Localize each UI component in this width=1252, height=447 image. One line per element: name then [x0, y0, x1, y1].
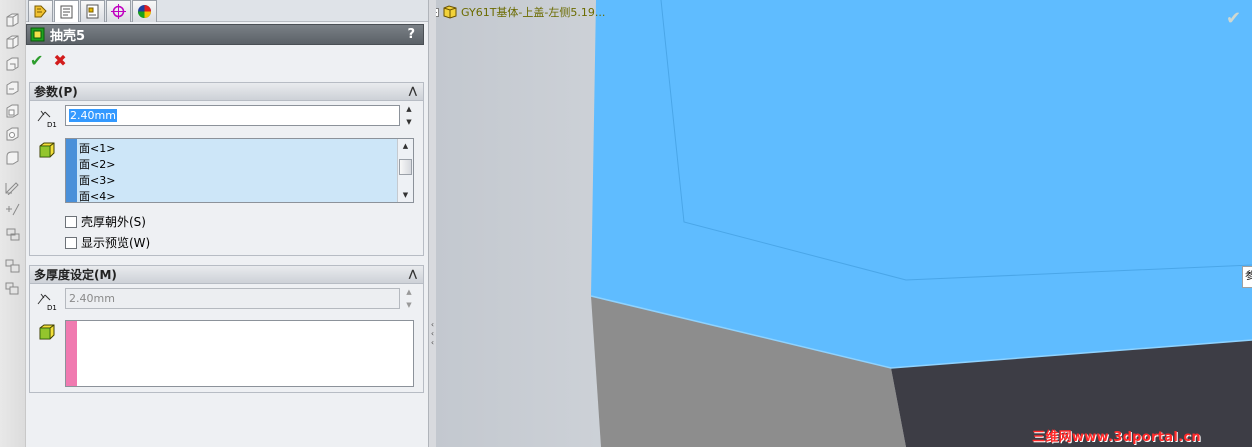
thickness-icon: D1 — [35, 107, 59, 129]
panel-splitter[interactable]: ‹ ‹ ‹ — [428, 0, 436, 447]
list-item[interactable]: 面<2> — [79, 157, 397, 173]
cancel-button[interactable]: ✖ — [53, 53, 66, 69]
reference-geometry-icon[interactable] — [4, 226, 21, 241]
ok-button[interactable]: ✔ — [30, 53, 43, 69]
crosshair-icon — [111, 4, 126, 19]
mirror-icon[interactable] — [4, 281, 21, 296]
multi-thickness-spinner[interactable]: ▲ ▼ — [402, 288, 416, 309]
property-manager: 抽壳5 ? ✔ ✖ 参数(P) ⋀ D1 2.40mm ▲ ▼ 面<1> 面<2>… — [26, 0, 428, 447]
multi-thickness-faces-icon — [38, 323, 56, 341]
list-item[interactable]: 面<1> — [79, 141, 397, 157]
appearance-icon — [138, 5, 151, 18]
scroll-thumb[interactable] — [399, 159, 412, 175]
parameters-header[interactable]: 参数(P) ⋀ — [30, 83, 423, 101]
faces-to-remove-list[interactable]: 面<1> 面<2> 面<3> 面<4> ▲ ▼ — [65, 138, 414, 203]
shell-outward-label: 壳厚朝外(S) — [81, 215, 146, 229]
multi-thickness-icon: D1 — [35, 290, 59, 312]
multi-thickness-input[interactable]: 2.40mm — [65, 288, 400, 309]
fillet-icon[interactable] — [4, 150, 21, 165]
cut-extrude-icon[interactable] — [4, 103, 21, 118]
show-preview-label: 显示预览(W) — [81, 236, 151, 250]
part-tree-node[interactable]: + GY61T基体-上盖-左侧5.19... — [436, 4, 605, 20]
multi-faces-color-bar — [66, 321, 77, 386]
multi-thickness-value: 2.40mm — [69, 292, 115, 305]
thickness-input[interactable]: 2.40mm — [65, 105, 400, 126]
scroll-up-icon[interactable]: ▲ — [398, 139, 413, 153]
multi-thickness-faces-list[interactable] — [65, 320, 414, 387]
parameters-group: 参数(P) ⋀ D1 2.40mm ▲ ▼ 面<1> 面<2> 面<3> 面<4>… — [29, 82, 424, 256]
collapse-icon[interactable]: ⋀ — [409, 86, 417, 97]
faces-list-scrollbar[interactable]: ▲ ▼ — [397, 139, 413, 202]
tab-feature-manager[interactable] — [28, 0, 53, 22]
configuration-icon — [86, 4, 99, 19]
multi-thickness-title: 多厚度设定(M) — [34, 268, 117, 282]
list-item[interactable]: 面<4> — [79, 189, 397, 205]
tab-dimxpert-manager[interactable] — [106, 0, 131, 22]
show-preview-option[interactable]: 显示预览(W) — [65, 234, 150, 251]
tab-display-manager[interactable] — [132, 0, 157, 22]
sweep-icon[interactable] — [4, 56, 21, 71]
show-preview-checkbox[interactable] — [65, 236, 77, 249]
model-view[interactable] — [436, 0, 1252, 447]
shell-feature-icon — [30, 27, 45, 42]
list-item[interactable]: 面<3> — [79, 173, 397, 189]
feature-titlebar: 抽壳5 ? — [26, 24, 424, 45]
loft-icon[interactable] — [4, 80, 21, 95]
extrude-icon[interactable] — [4, 12, 21, 27]
feature-title: 抽壳5 — [50, 29, 86, 44]
multi-thickness-group: 多厚度设定(M) ⋀ D1 2.40mm ▲ ▼ — [29, 265, 424, 393]
watermark: 三维网www.3dportal.cn — [1032, 430, 1201, 445]
thickness-spinner[interactable]: ▲ ▼ — [402, 105, 416, 126]
shell-outward-checkbox[interactable] — [65, 215, 77, 228]
part-name: GY61T基体-上盖-左侧5.19... — [461, 6, 606, 19]
faces-to-remove-icon — [38, 141, 56, 159]
command-strip — [0, 0, 26, 447]
tab-configuration-manager[interactable] — [80, 0, 105, 22]
smart-dimension-icon[interactable] — [4, 202, 21, 217]
scroll-down-icon[interactable]: ▼ — [398, 188, 413, 202]
shell-outward-option[interactable]: 壳厚朝外(S) — [65, 213, 146, 230]
help-button[interactable]: ? — [407, 27, 415, 42]
parameters-title: 参数(P) — [34, 85, 78, 99]
sketch-icon[interactable] — [4, 180, 21, 195]
tab-property-manager[interactable] — [54, 0, 79, 22]
part-icon — [443, 5, 457, 19]
cut-revolve-icon[interactable] — [4, 126, 21, 141]
confirmation-corner-icon[interactable]: ✔ — [1226, 8, 1241, 29]
expand-icon[interactable]: + — [436, 7, 439, 17]
multi-thickness-header[interactable]: 多厚度设定(M) ⋀ — [30, 266, 423, 284]
property-manager-icon — [60, 5, 73, 19]
manager-tabs — [26, 0, 428, 22]
edge-tab[interactable]: 参 — [1242, 266, 1252, 288]
thickness-value: 2.40mm — [69, 109, 117, 122]
dim-tag: D1 — [47, 304, 57, 312]
pattern-icon[interactable] — [4, 258, 21, 273]
collapse-icon[interactable]: ⋀ — [409, 269, 417, 280]
feature-tree-icon — [34, 5, 47, 18]
ok-cancel-bar: ✔ ✖ — [30, 52, 67, 70]
dim-tag: D1 — [47, 121, 57, 129]
splitter-grip-icon[interactable]: ‹ ‹ ‹ — [430, 320, 435, 348]
graphics-area[interactable]: + GY61T基体-上盖-左侧5.19... ✔ 参 三维网www.3dport… — [436, 0, 1252, 447]
faces-list-color-bar — [66, 139, 77, 202]
revolve-icon[interactable] — [4, 34, 21, 49]
